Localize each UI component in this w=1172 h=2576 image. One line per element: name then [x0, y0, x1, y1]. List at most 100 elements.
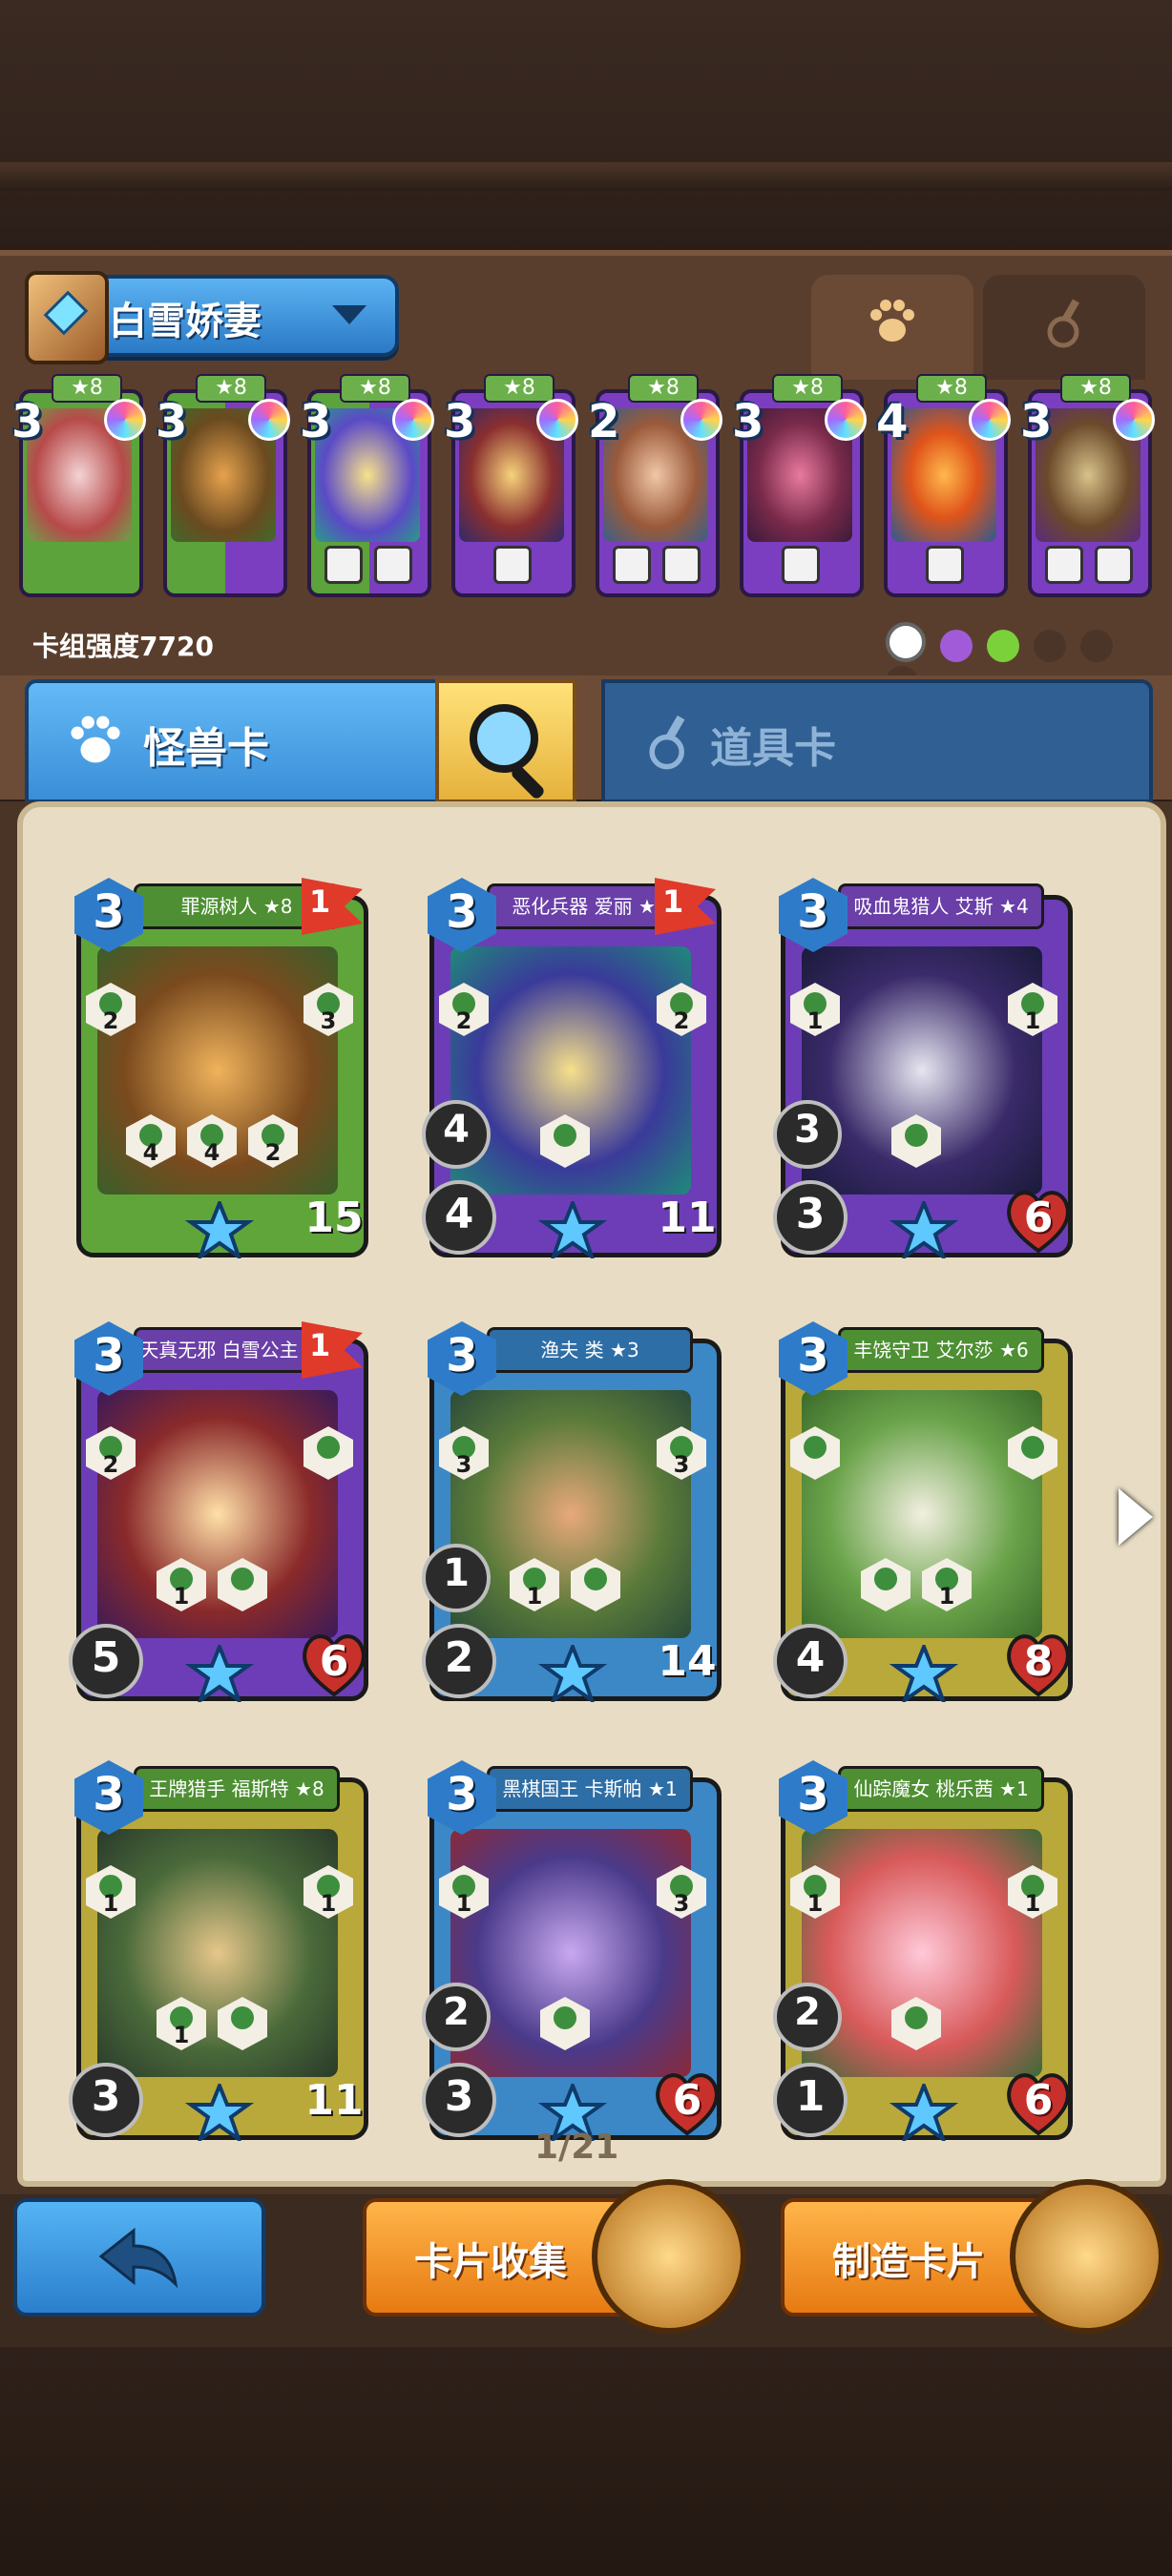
attack-value: 3 — [795, 1190, 826, 1238]
rainbow-gem-icon — [1113, 399, 1155, 441]
sword-icon — [926, 546, 964, 584]
card-name: 王牌猎手 福斯特 ★8 — [134, 1766, 340, 1812]
tab-monster-label: 怪兽卡 — [143, 724, 269, 773]
deck-card[interactable]: ★8 3 — [11, 370, 146, 609]
hp-value: 14 — [658, 1637, 717, 1686]
deck-card[interactable]: ★8 3 — [156, 370, 290, 609]
deck-card[interactable]: ★8 4 — [876, 370, 1011, 609]
monster-card[interactable]: 恶化兵器 爱丽 ★8 3 1 2 2 4 4 11 — [422, 878, 722, 1258]
sword-icon — [324, 546, 363, 584]
paw-icon — [870, 300, 914, 342]
card-stars: ★8 — [1060, 374, 1131, 403]
card-stars: ★8 — [484, 374, 555, 403]
rainbow-gem-icon — [680, 399, 722, 441]
attack-stat: 2 — [422, 1624, 496, 1698]
leaf-icon — [987, 630, 1020, 662]
card-cost: 3 — [93, 885, 125, 939]
card-name: 仙踪魔女 桃乐茜 ★1 — [838, 1766, 1044, 1812]
hook-icon — [662, 546, 701, 584]
monster-card[interactable]: 天真无邪 白雪公主 ★8 3 1 2 1 5 6 — [69, 1321, 368, 1702]
card-name: 黑棋国王 卡斯帕 ★1 — [487, 1766, 693, 1812]
card-name: 吸血鬼猎人 艾斯 ★4 — [838, 883, 1044, 929]
hp-value: 6 — [1023, 2076, 1054, 2125]
hp-value: 11 — [304, 2076, 364, 2125]
card-art — [450, 1390, 691, 1638]
deck-book-icon — [25, 271, 109, 364]
rank-star-icon — [889, 1201, 959, 1258]
dice-icon — [1045, 546, 1083, 584]
back-arrow-icon — [98, 2227, 178, 2288]
secondary-stat-value: 2 — [443, 1990, 470, 2034]
back-button[interactable] — [13, 2198, 265, 2316]
spiral-icon — [940, 630, 973, 662]
secondary-stat-value: 1 — [443, 1551, 470, 1595]
rank-star-icon — [537, 1645, 608, 1702]
search-button[interactable] — [435, 679, 576, 803]
secondary-stat: 2 — [422, 1983, 491, 2051]
next-page-arrow-icon[interactable] — [1119, 1488, 1153, 1546]
attack-value: 4 — [444, 1190, 474, 1238]
tab-item-deck[interactable] — [983, 275, 1145, 380]
card-art — [97, 1390, 338, 1638]
card-book-icon — [592, 2179, 746, 2334]
monster-card[interactable]: 王牌猎手 福斯特 ★8 3 1 1 1 3 11 — [69, 1760, 368, 2141]
monster-card[interactable]: 丰饶守卫 艾尔莎 ★6 3 1 4 8 — [773, 1321, 1073, 1702]
hp-stat: 11 — [298, 2068, 370, 2137]
monster-card[interactable]: 渔夫 类 ★3 3 3 3 1 1 2 14 — [422, 1321, 722, 1702]
deck-card[interactable]: ★8 3 — [300, 370, 434, 609]
secondary-stat: 4 — [422, 1100, 491, 1169]
deck-selector[interactable]: 白雪娇妻 — [25, 271, 399, 364]
card-cost: 3 — [1020, 395, 1053, 448]
sword-icon — [493, 546, 532, 584]
search-icon — [470, 704, 538, 773]
attack-value: 3 — [91, 2072, 121, 2121]
attack-stat: 5 — [69, 1624, 143, 1698]
tab-item-cards[interactable]: 道具卡 — [601, 679, 1153, 803]
card-cost: 3 — [797, 1768, 829, 1821]
bottom-bar: 卡片收集 制造卡片 — [0, 2179, 1172, 2347]
card-cost: 2 — [588, 395, 620, 448]
hp-value: 11 — [658, 1194, 717, 1242]
rainbow-gem-icon — [825, 399, 867, 441]
attack-value: 1 — [795, 2072, 826, 2121]
card-type-tabs: 怪兽卡 道具卡 — [0, 675, 1172, 803]
paw-icon — [71, 716, 120, 763]
tab-monster-cards[interactable]: 怪兽卡 — [25, 679, 443, 803]
secondary-stat: 2 — [773, 1983, 842, 2051]
card-cost: 3 — [11, 395, 44, 448]
card-stars: ★8 — [916, 374, 987, 403]
deck-strength: 卡组强度7720 — [32, 631, 214, 662]
monster-card[interactable]: 仙踪魔女 桃乐茜 ★1 3 1 1 2 1 6 — [773, 1760, 1073, 2141]
deck-card[interactable]: ★8 3 — [732, 370, 867, 609]
target-icon — [886, 622, 926, 662]
heart-icon: 6 — [651, 2068, 723, 2137]
card-cost: 3 — [797, 1329, 829, 1382]
deck-card[interactable]: ★8 2 — [588, 370, 722, 609]
dragon-icon — [1080, 630, 1114, 662]
hp-value: 6 — [319, 1637, 349, 1686]
card-stars: ★8 — [772, 374, 843, 403]
attack-value: 5 — [91, 1633, 121, 1682]
heart-icon: 6 — [1002, 2068, 1075, 2137]
hp-value: 8 — [1023, 1637, 1054, 1686]
card-cost: 3 — [300, 395, 332, 448]
hp-value: 6 — [1023, 1194, 1054, 1242]
card-stars: ★8 — [52, 374, 122, 403]
monster-card[interactable]: 黑棋国王 卡斯帕 ★1 3 1 3 2 3 6 — [422, 1760, 722, 2141]
attack-stat: 4 — [773, 1624, 848, 1698]
deck-card[interactable]: ★8 3 — [1020, 370, 1155, 609]
card-flag-level: 1 — [309, 1327, 331, 1363]
card-stars: ★8 — [340, 374, 410, 403]
card-cost: 3 — [446, 885, 478, 939]
deck-card-row: ★8 3 ★8 3 ★8 3 ★8 3 ★8 2 ★8 3 ★8 4 ★8 3 — [11, 370, 1159, 609]
monster-card[interactable]: 吸血鬼猎人 艾斯 ★4 3 1 1 3 3 6 — [773, 878, 1073, 1258]
attack-stat: 1 — [773, 2063, 848, 2137]
rank-star-icon — [184, 1645, 255, 1702]
bottom-wood-background — [0, 2347, 1172, 2576]
deck-name: 白雪娇妻 — [109, 300, 262, 343]
attack-stat: 3 — [69, 2063, 143, 2137]
deck-card[interactable]: ★8 3 — [444, 370, 578, 609]
deck-panel: 白雪娇妻 ★8 3 ★8 3 ★8 3 ★8 3 ★8 2 ★8 3 ★8 4 … — [0, 250, 1172, 698]
monster-card[interactable]: 罪源树人 ★8 3 1 2 3 4 4 2 15 — [74, 878, 368, 1258]
tab-monster-deck[interactable] — [811, 275, 973, 380]
